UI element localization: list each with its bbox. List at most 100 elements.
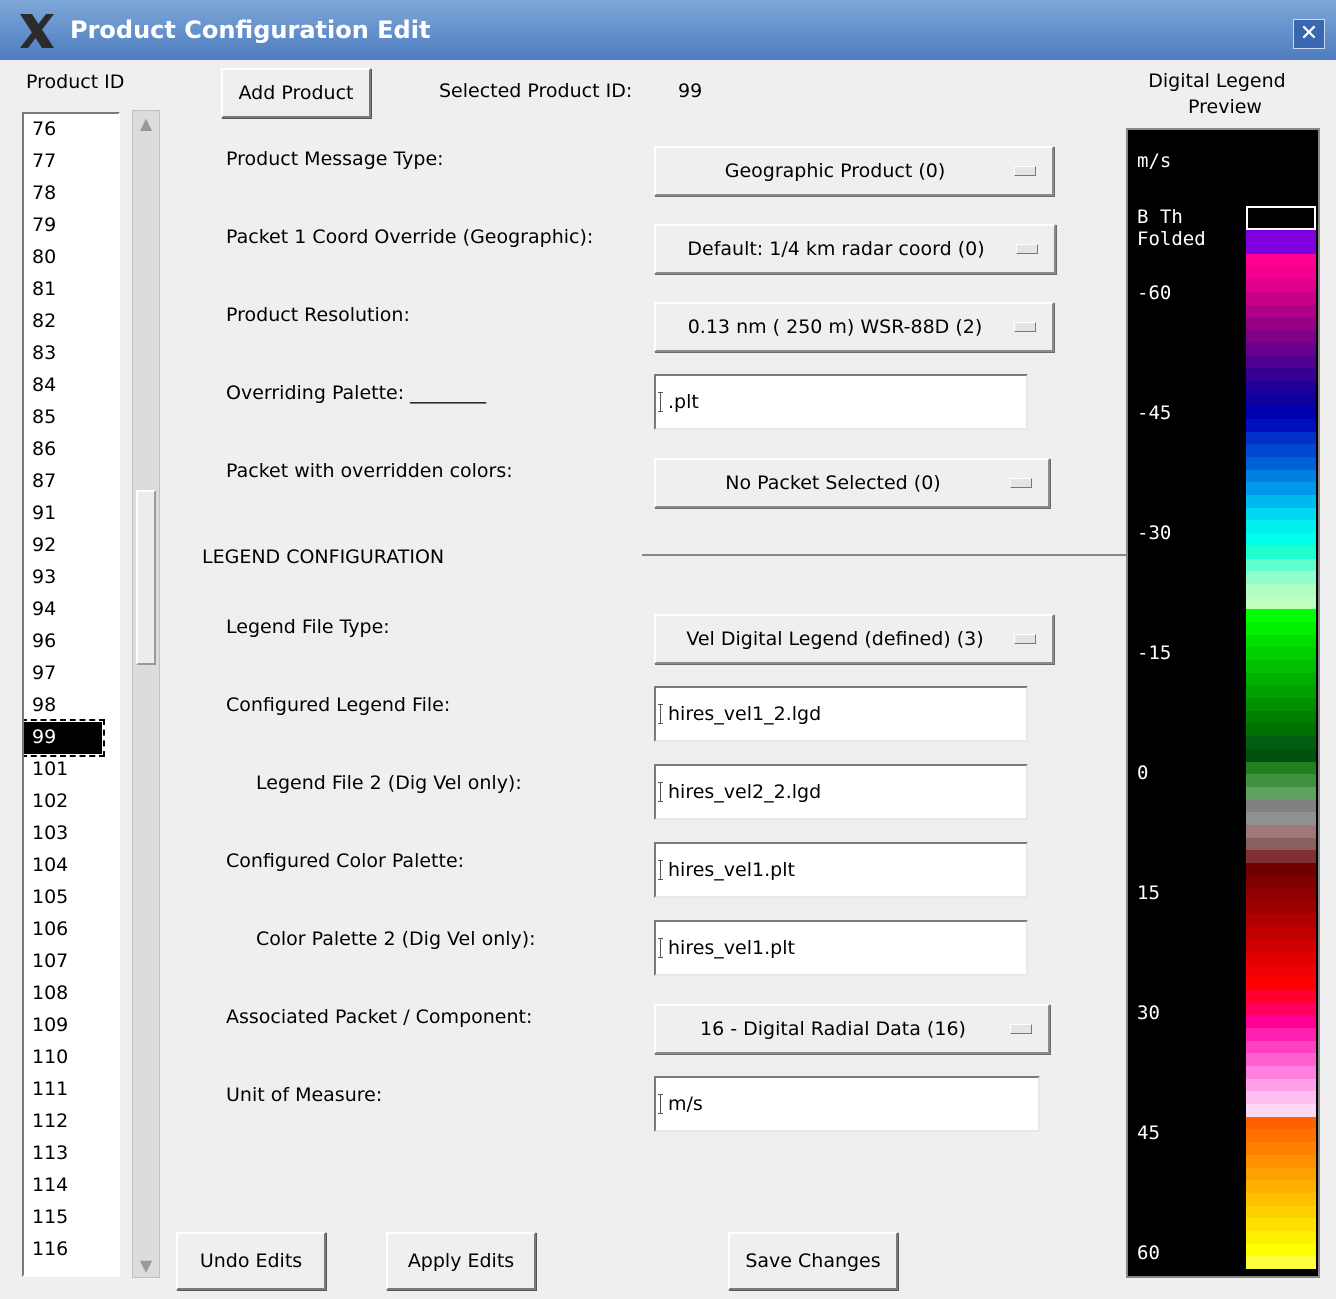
resolution-label: Product Resolution: <box>226 304 410 326</box>
legend-color-step <box>1246 824 1316 838</box>
legend-color-step <box>1246 342 1316 356</box>
product-list-item[interactable]: 85 <box>24 402 118 434</box>
product-list-item[interactable]: 96 <box>24 626 118 658</box>
packet1-coord-dropdown[interactable]: Default: 1/4 km radar coord (0) <box>654 224 1056 274</box>
unit-label: Unit of Measure: <box>226 1084 383 1106</box>
legend-color-step <box>1246 964 1316 978</box>
legend-color-step <box>1246 1256 1316 1269</box>
product-list-item[interactable]: 97 <box>24 658 118 690</box>
scroll-down-arrow-icon[interactable]: ▼ <box>136 1256 156 1276</box>
product-list-item[interactable]: 80 <box>24 242 118 274</box>
scroll-up-arrow-icon[interactable]: ▲ <box>136 114 156 134</box>
legend-color-step <box>1246 774 1316 787</box>
product-list-item[interactable]: 116 <box>24 1234 118 1266</box>
palette2-input[interactable]: hires_vel1.plt <box>654 920 1028 976</box>
product-list-item[interactable]: 103 <box>24 818 118 850</box>
legend-color-step <box>1246 888 1316 902</box>
undo-edits-button[interactable]: Undo Edits <box>176 1232 326 1290</box>
product-list-item[interactable]: 98 <box>24 690 118 722</box>
product-id-list[interactable]: 76 77 78 79 80 81 82 83 84 85 86 87 91 92 93 94 96 97 98 99… <box>22 112 120 1277</box>
product-list-item[interactable]: 107 <box>24 946 118 978</box>
product-list-item[interactable]: 108 <box>24 978 118 1010</box>
configured-palette-input[interactable]: hires_vel1.plt <box>654 842 1028 898</box>
product-list-item[interactable]: 84 <box>24 370 118 402</box>
legend-color-step <box>1246 1243 1316 1257</box>
product-list-item[interactable]: 94 <box>24 594 118 626</box>
product-list-item[interactable]: 112 <box>24 1106 118 1138</box>
scrollbar-thumb[interactable] <box>136 490 156 665</box>
legend-unit: m/s <box>1137 150 1172 172</box>
product-list-item[interactable]: 114 <box>24 1170 118 1202</box>
legend-file-type-value: Vel Digital Legend (defined) (3) <box>686 628 984 650</box>
product-list-item[interactable]: 110 <box>24 1042 118 1074</box>
product-list-item[interactable]: 111 <box>24 1074 118 1106</box>
legend-color-step <box>1246 431 1316 445</box>
text-cursor-icon <box>658 860 666 880</box>
legend-color-step <box>1246 621 1316 635</box>
add-product-button[interactable]: Add Product <box>221 68 371 118</box>
legend-color-step <box>1246 266 1316 280</box>
packet-override-dropdown[interactable]: No Packet Selected (0) <box>654 458 1050 508</box>
text-cursor-icon <box>658 782 666 802</box>
product-list-item[interactable]: 93 <box>24 562 118 594</box>
legend-purple-swatch <box>1246 230 1316 254</box>
product-list-item[interactable]: 86 <box>24 434 118 466</box>
legend-color-step <box>1246 571 1316 584</box>
dropdown-indicator-icon <box>1014 634 1036 644</box>
product-list-item[interactable]: 79 <box>24 210 118 242</box>
product-list-item[interactable]: 81 <box>24 274 118 306</box>
legend-color-step <box>1246 1205 1316 1219</box>
overriding-palette-input[interactable]: .plt <box>654 374 1028 430</box>
product-list-item[interactable]: 109 <box>24 1010 118 1042</box>
packet1-coord-label: Packet 1 Coord Override (Geographic): <box>226 226 594 248</box>
legend-folded-label: Folded <box>1137 228 1206 250</box>
product-list-item[interactable]: 105 <box>24 882 118 914</box>
product-list-item[interactable]: 102 <box>24 786 118 818</box>
legend-file2-input[interactable]: hires_vel2_2.lgd <box>654 764 1028 820</box>
apply-edits-button[interactable]: Apply Edits <box>386 1232 536 1290</box>
dropdown-indicator-icon <box>1014 166 1036 176</box>
product-list-item[interactable]: 113 <box>24 1138 118 1170</box>
product-list-scrollbar[interactable] <box>132 110 160 1278</box>
product-list-item[interactable]: 82 <box>24 306 118 338</box>
product-list-item-selected[interactable]: 99 <box>24 719 105 757</box>
title-bar[interactable]: Product Configuration Edit ✕ <box>0 0 1336 60</box>
product-list-item[interactable]: 106 <box>24 914 118 946</box>
legend-color-step <box>1246 1129 1316 1143</box>
legend-color-step <box>1246 1053 1316 1066</box>
packet-override-label: Packet with overridden colors: <box>226 460 513 482</box>
product-list-item[interactable]: 83 <box>24 338 118 370</box>
legend-color-step <box>1246 406 1316 419</box>
legend-color-step <box>1246 444 1316 457</box>
text-cursor-icon <box>658 392 666 412</box>
product-list-item[interactable]: 76 <box>24 114 118 146</box>
legend-color-step <box>1246 558 1316 572</box>
legend-color-step <box>1246 799 1316 813</box>
product-list-item[interactable]: 104 <box>24 850 118 882</box>
product-list-item[interactable]: 87 <box>24 466 118 498</box>
resolution-dropdown[interactable]: 0.13 nm ( 250 m) WSR-88D (2) <box>654 302 1054 352</box>
product-list-item[interactable]: 91 <box>24 498 118 530</box>
message-type-label: Product Message Type: <box>226 148 444 170</box>
legend-folded-swatch <box>1246 206 1316 230</box>
legend-bth-label: B Th <box>1137 206 1183 228</box>
legend-color-step <box>1246 469 1316 483</box>
legend-color-step <box>1246 1142 1316 1155</box>
legend-file-type-dropdown[interactable]: Vel Digital Legend (defined) (3) <box>654 614 1054 664</box>
legend-section-divider <box>642 554 1126 556</box>
close-button[interactable]: ✕ <box>1293 19 1325 49</box>
assoc-packet-dropdown[interactable]: 16 - Digital Radial Data (16) <box>654 1004 1050 1054</box>
product-list-item[interactable]: 101 <box>24 754 118 786</box>
product-list-item[interactable]: 77 <box>24 146 118 178</box>
product-list-item[interactable]: 115 <box>24 1202 118 1234</box>
configured-legend-input[interactable]: hires_vel1_2.lgd <box>654 686 1028 742</box>
message-type-dropdown[interactable]: Geographic Product (0) <box>654 146 1054 196</box>
legend-color-step <box>1246 710 1316 724</box>
legend-color-step <box>1246 596 1316 610</box>
product-list-item[interactable]: 78 <box>24 178 118 210</box>
save-changes-button[interactable]: Save Changes <box>728 1232 898 1290</box>
product-list-item[interactable]: 92 <box>24 530 118 562</box>
dropdown-indicator-icon <box>1010 478 1032 488</box>
unit-input[interactable]: m/s <box>654 1076 1040 1132</box>
legend-color-step <box>1246 393 1316 407</box>
